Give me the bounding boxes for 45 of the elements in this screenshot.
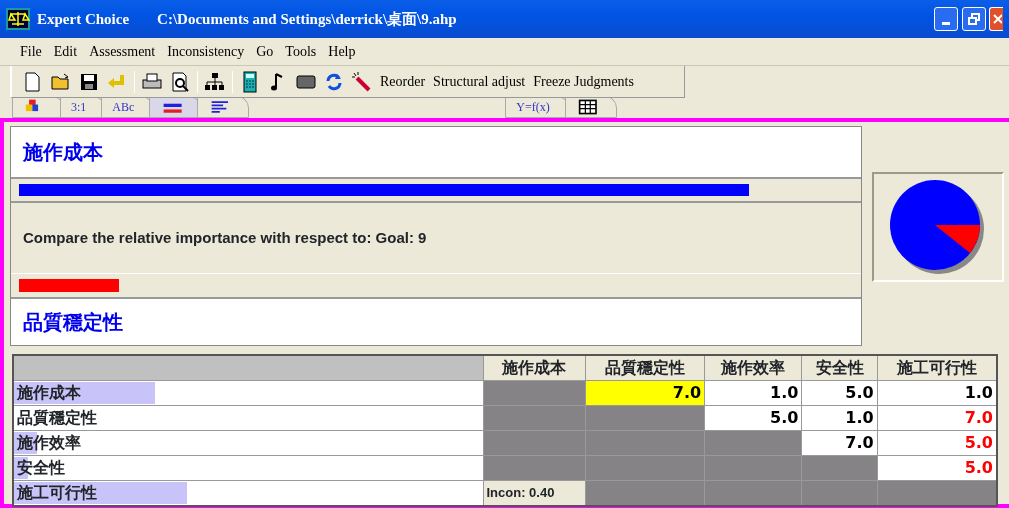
column-header: 施作成本 [483, 355, 586, 381]
app-icon [6, 8, 30, 30]
judgment-cell[interactable]: 1.0 [877, 380, 997, 406]
judgment-cell[interactable]: 7.0 [877, 405, 997, 431]
column-header: 施作效率 [704, 355, 802, 381]
judgment-cell[interactable]: 7.0 [585, 380, 705, 406]
prompt-text: Compare the relative importance with respect to: Goal: 9 [23, 227, 427, 248]
close-icon [991, 13, 1002, 25]
window-title: Expert Choice [37, 9, 130, 29]
tab[interactable] [197, 98, 250, 118]
menu-item[interactable]: Help [322, 41, 362, 62]
toolbar-button[interactable]: Reorder [376, 71, 430, 92]
menu-item[interactable]: File [14, 41, 48, 62]
preview-icon[interactable] [169, 70, 191, 93]
judgment-cell[interactable]: 5.0 [877, 430, 997, 456]
toolbar-button[interactable]: Structural adjust [429, 71, 530, 92]
restore-button[interactable] [961, 7, 986, 31]
tab[interactable] [564, 98, 617, 118]
item-heading: 品質穩定性 [11, 299, 861, 345]
menu-item[interactable]: Tools [279, 41, 323, 62]
item-heading: 施作成本 [11, 127, 861, 177]
judgment-cell[interactable]: 1.0 [704, 380, 802, 406]
minimize-button[interactable] [934, 7, 958, 31]
file-path: C:\Documents and Settings\derrick\桌面\9.ahp [157, 9, 457, 29]
toolbar-button[interactable]: Freeze Judgments [529, 71, 638, 92]
close-button[interactable] [989, 7, 1003, 31]
minimize-icon [942, 21, 950, 25]
inconsistency-ratio: Incon: 0.40 [483, 480, 586, 506]
judgment-cell[interactable]: 5.0 [877, 455, 997, 481]
menu-item[interactable]: Inconsistency [161, 41, 251, 62]
row-label: 施作效率 [16, 433, 81, 452]
restore-icon [967, 13, 980, 25]
row-label: 安全性 [16, 458, 65, 477]
wand-icon[interactable] [351, 70, 373, 93]
row-label: 施工可行性 [16, 483, 97, 502]
column-header: 安全性 [801, 355, 878, 381]
menu-item[interactable]: Assessment [83, 41, 162, 62]
column-header: 施工可行性 [877, 355, 997, 381]
row-label: 施作成本 [16, 383, 81, 402]
menu-item[interactable]: Edit [47, 41, 84, 62]
hierarchy-icon[interactable] [204, 70, 226, 93]
row-label: 品質穩定性 [16, 408, 97, 427]
column-header: 品質穩定性 [585, 355, 705, 381]
judgment-cell[interactable]: 5.0 [704, 405, 802, 431]
menu-item[interactable]: Go [250, 41, 280, 62]
